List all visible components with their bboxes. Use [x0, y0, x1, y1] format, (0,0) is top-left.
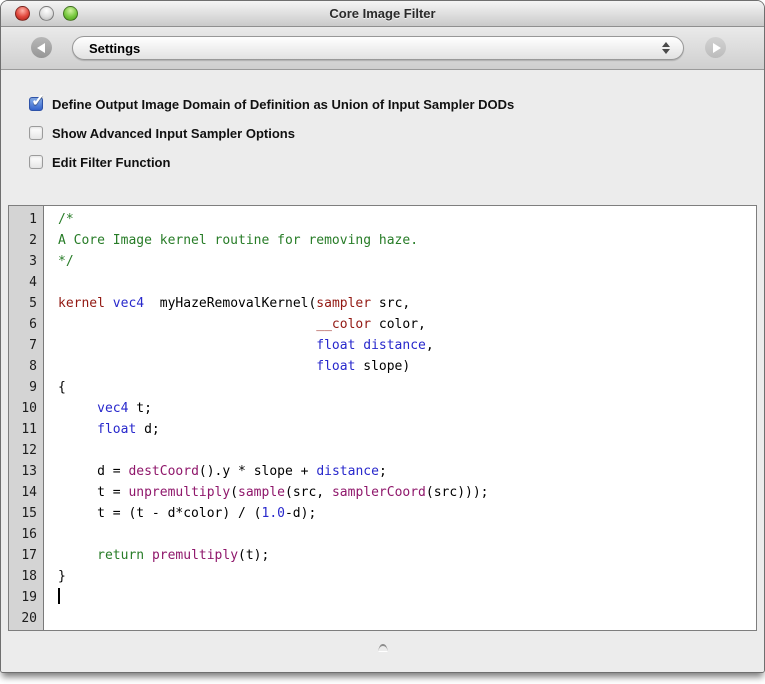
line-number: 19	[21, 590, 37, 605]
checkbox-checked[interactable]	[29, 91, 45, 111]
line-number: 5	[29, 296, 37, 311]
line-number-gutter: 1 2 3 4 5 6 7 8 9 10 11 12 13 14 15 16 17 18 19 20	[9, 206, 44, 630]
code-line: A Core Image kernel routine for removing…	[58, 233, 419, 248]
code-line: float distance,	[316, 338, 434, 353]
code-line: __color color,	[316, 317, 426, 332]
checkbox-row[interactable]: Show Advanced Input Sampler Options	[29, 125, 764, 141]
line-number: 14	[21, 485, 37, 500]
line-number: 10	[21, 401, 37, 416]
code-editor[interactable]: 1 2 3 4 5 6 7 8 9 10 11 12 13 14 15 16 17 18 19 20 /* A Core…	[8, 205, 757, 631]
code-line: return premultiply(t);	[97, 548, 270, 563]
line-number: 16	[21, 527, 37, 542]
checkbox-label: Define Output Image Domain of Definition…	[52, 96, 515, 112]
checkbox-unchecked[interactable]	[29, 126, 43, 140]
line-number: 4	[29, 275, 37, 290]
traffic-lights	[15, 6, 78, 21]
code-line: t = (t - d*color) / (1.0-d);	[58, 506, 317, 521]
line-number: 17	[21, 548, 37, 563]
line-number: 1	[29, 212, 37, 227]
settings-popup-button[interactable]: Settings	[72, 36, 684, 60]
window-title: Core Image Filter	[329, 6, 436, 21]
close-button[interactable]	[15, 6, 30, 21]
code-line: d = destCoord().y * slope + distance;	[58, 464, 387, 479]
checkbox-row[interactable]: Edit Filter Function	[29, 154, 764, 170]
line-number: 18	[21, 569, 37, 584]
line-number: 7	[29, 338, 37, 353]
popup-updown-arrows-icon	[662, 42, 670, 54]
back-arrow-icon	[36, 42, 45, 53]
line-number: 2	[29, 233, 37, 248]
line-number: 9	[29, 380, 37, 395]
toolbar: Settings	[1, 27, 764, 70]
forward-arrow-icon	[712, 42, 721, 53]
zoom-button[interactable]	[63, 6, 78, 21]
footer-bar	[1, 631, 764, 672]
code-line: float slope)	[316, 359, 411, 374]
code-line: vec4 t;	[97, 401, 152, 416]
code-line	[58, 587, 756, 608]
checkbox-unchecked[interactable]	[29, 155, 43, 169]
code-line: /*	[58, 212, 74, 227]
resize-grip-icon[interactable]	[378, 644, 387, 651]
code-line: }	[58, 569, 66, 584]
line-number: 11	[21, 422, 37, 437]
line-number: 20	[21, 611, 37, 626]
code-line: t = unpremultiply(sample(src, samplerCoo…	[58, 485, 489, 500]
checkbox-label: Edit Filter Function	[52, 154, 171, 170]
line-number: 3	[29, 254, 37, 269]
forward-button[interactable]	[705, 37, 726, 58]
code-lines[interactable]: /* A Core Image kernel routine for removi…	[44, 206, 756, 630]
checkbox-row[interactable]: Define Output Image Domain of Definition…	[29, 91, 764, 112]
line-number: 6	[29, 317, 37, 332]
options-panel: Define Output Image Domain of Definition…	[1, 70, 764, 205]
line-number: 12	[21, 443, 37, 458]
code-line: kernel vec4 myHazeRemovalKernel(sampler …	[58, 296, 411, 311]
back-button[interactable]	[31, 37, 52, 58]
settings-popup-value: Settings	[89, 40, 141, 56]
code-line: {	[58, 380, 66, 395]
checkbox-label: Show Advanced Input Sampler Options	[52, 125, 295, 141]
line-number: 13	[21, 464, 37, 479]
minimize-button[interactable]	[39, 6, 54, 21]
code-line: */	[58, 254, 74, 269]
title-bar[interactable]: Core Image Filter	[1, 1, 764, 27]
core-image-filter-window: Core Image Filter Settings Define Output…	[0, 0, 765, 673]
text-cursor	[58, 588, 60, 604]
line-number: 15	[21, 506, 37, 521]
line-number: 8	[29, 359, 37, 374]
code-line: float d;	[97, 422, 160, 437]
